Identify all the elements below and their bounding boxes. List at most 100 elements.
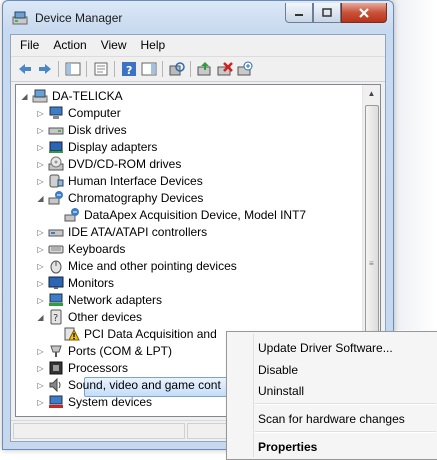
display-adapter-icon	[49, 141, 63, 153]
tree-item-label: Human Interface Devices	[68, 174, 203, 188]
tree-item-monitors[interactable]: ▷ Monitors	[36, 275, 114, 291]
grip-icon: ≡	[369, 259, 374, 268]
tree-item-display-adapters[interactable]: ▷ Display adapters	[36, 139, 157, 155]
caption-buttons	[285, 3, 387, 23]
tree-item-label: Keyboards	[68, 242, 126, 256]
expand-arrow-icon[interactable]: ▷	[36, 228, 45, 237]
collapse-arrow-icon[interactable]: ◢	[36, 313, 45, 322]
close-button[interactable]	[341, 3, 387, 23]
help-icon[interactable]: ?	[121, 61, 137, 77]
processor-icon	[49, 361, 63, 375]
scan-hardware-icon[interactable]	[169, 61, 185, 77]
port-icon	[50, 345, 62, 357]
toolbar-separator	[86, 61, 87, 77]
maximize-button[interactable]	[313, 3, 341, 23]
tree-item-dvd-drives[interactable]: ▷ DVD/CD-ROM drives	[36, 156, 181, 172]
tree-item-label: Processors	[68, 361, 129, 375]
acquisition-device-icon	[64, 208, 79, 222]
expand-arrow-icon[interactable]: ▷	[36, 381, 45, 390]
keyboard-icon	[48, 245, 64, 254]
expand-arrow-icon[interactable]: ▷	[36, 143, 45, 152]
expand-arrow-icon[interactable]: ▷	[36, 279, 45, 288]
chromatography-icon	[48, 191, 63, 205]
expand-arrow-icon[interactable]: ▷	[36, 262, 45, 271]
context-menu-separator	[255, 403, 436, 405]
tree-item-dataapex-device[interactable]: DataApex Acquisition Device, Model INT7	[64, 207, 306, 223]
tree-item-system-devices[interactable]: ▷ System devices	[36, 394, 152, 410]
computer-icon	[49, 106, 63, 119]
expand-arrow-icon[interactable]: ▷	[36, 126, 45, 135]
properties-icon[interactable]	[93, 61, 109, 77]
tree-item-label: Display adapters	[68, 140, 158, 154]
expand-arrow-icon[interactable]: ▷	[36, 364, 45, 373]
expand-arrow-icon[interactable]: ▷	[36, 398, 45, 407]
context-menu-separator	[255, 431, 436, 433]
title-bar[interactable]: Device Manager	[3, 1, 393, 35]
menu-update-driver-software[interactable]: Update Driver Software...	[258, 341, 393, 355]
menu-help[interactable]: Help	[134, 35, 173, 55]
tree-item-network-adapters[interactable]: ▷ Network adapters	[36, 292, 162, 308]
disable-device-icon[interactable]	[237, 61, 253, 77]
expand-arrow-icon[interactable]: ▷	[36, 109, 45, 118]
tree-item-label: Sound, video and game cont	[68, 378, 221, 392]
menu-scan-hardware-changes[interactable]: Scan for hardware changes	[258, 412, 405, 426]
tree-item-label: Chromatography Devices	[68, 191, 204, 205]
expand-arrow-icon[interactable]: ▷	[36, 160, 45, 169]
expand-arrow-icon[interactable]: ▷	[36, 177, 45, 186]
device-manager-icon	[12, 11, 28, 25]
menu-file[interactable]: File	[13, 35, 46, 55]
sound-icon	[49, 377, 61, 393]
tree-item-label: Mice and other pointing devices	[68, 259, 237, 273]
network-adapter-icon	[49, 293, 63, 306]
tree-item-processors[interactable]: ▷ Processors	[36, 360, 128, 376]
tree-item-human-interface-devices[interactable]: ▷ Human Interface Devices	[36, 173, 203, 189]
toolbar-separator	[190, 61, 191, 77]
menu-uninstall[interactable]: Uninstall	[258, 384, 304, 398]
close-icon	[359, 7, 369, 18]
update-driver-icon[interactable]	[197, 61, 213, 77]
collapse-arrow-icon[interactable]: ◢	[36, 194, 45, 203]
context-menu: Update Driver Software... Disable Uninst…	[226, 331, 437, 460]
tree-item-label: Network adapters	[68, 293, 163, 307]
show-hide-console-tree-icon[interactable]	[65, 61, 81, 77]
svg-text:?: ?	[53, 313, 58, 324]
menu-properties[interactable]: Properties	[258, 440, 317, 454]
tree-item-label: DataApex Acquisition Device, Model INT7	[84, 208, 307, 222]
tree-item-pci-data-acquisition[interactable]: PCI Data Acquisition and	[64, 326, 217, 342]
dvd-drive-icon	[48, 156, 64, 171]
collapse-arrow-icon[interactable]: ◢	[20, 92, 29, 101]
other-devices-icon: ?	[50, 309, 62, 325]
menu-view[interactable]: View	[94, 35, 134, 55]
tree-item-keyboards[interactable]: ▷ Keyboards	[36, 241, 125, 257]
forward-arrow-icon[interactable]	[37, 61, 53, 77]
back-arrow-icon[interactable]	[17, 61, 33, 77]
tree-item-chromatography-devices[interactable]: ◢ Chromatography Devices	[36, 190, 203, 206]
system-device-icon	[49, 395, 63, 408]
expand-arrow-icon[interactable]: ▷	[36, 296, 45, 305]
tree-item-other-devices[interactable]: ◢ ? Other devices	[36, 309, 142, 325]
tree-item-label: IDE ATA/ATAPI controllers	[68, 225, 208, 239]
tree-item-label: Other devices	[68, 310, 143, 324]
tree-item-label: Disk drives	[68, 123, 127, 137]
tree-root[interactable]: ◢ DA-TELICKA	[20, 88, 123, 104]
menu-disable[interactable]: Disable	[258, 363, 298, 377]
tree-item-ports[interactable]: ▷ Ports (COM & LPT)	[36, 343, 172, 359]
tree-item-ide-controllers[interactable]: ▷ IDE ATA/ATAPI controllers	[36, 224, 207, 240]
tree-item-mice[interactable]: ▷ Mice and other pointing devices	[36, 258, 237, 274]
tree-item-computer[interactable]: ▷ Computer	[36, 105, 120, 121]
tree-item-sound[interactable]: ▷ Sound, video and game cont	[36, 377, 221, 393]
toolbar-separator	[162, 61, 163, 77]
expand-arrow-icon[interactable]: ▷	[36, 347, 45, 356]
expand-arrow-icon[interactable]: ▷	[36, 245, 45, 254]
context-menu-gutter	[253, 334, 254, 457]
uninstall-icon[interactable]	[217, 61, 233, 77]
root-label: DA-TELICKA	[52, 89, 123, 103]
scroll-up-arrow-icon[interactable]: ▲	[363, 85, 380, 102]
menu-action[interactable]: Action	[46, 35, 93, 55]
tree-item-disk-drives[interactable]: ▷ Disk drives	[36, 122, 127, 138]
tree-item-label: System devices	[68, 395, 153, 409]
action-pane-icon[interactable]	[141, 61, 157, 77]
computer-root-icon	[32, 89, 48, 103]
minimize-button[interactable]	[285, 3, 313, 23]
monitor-icon	[48, 276, 64, 289]
